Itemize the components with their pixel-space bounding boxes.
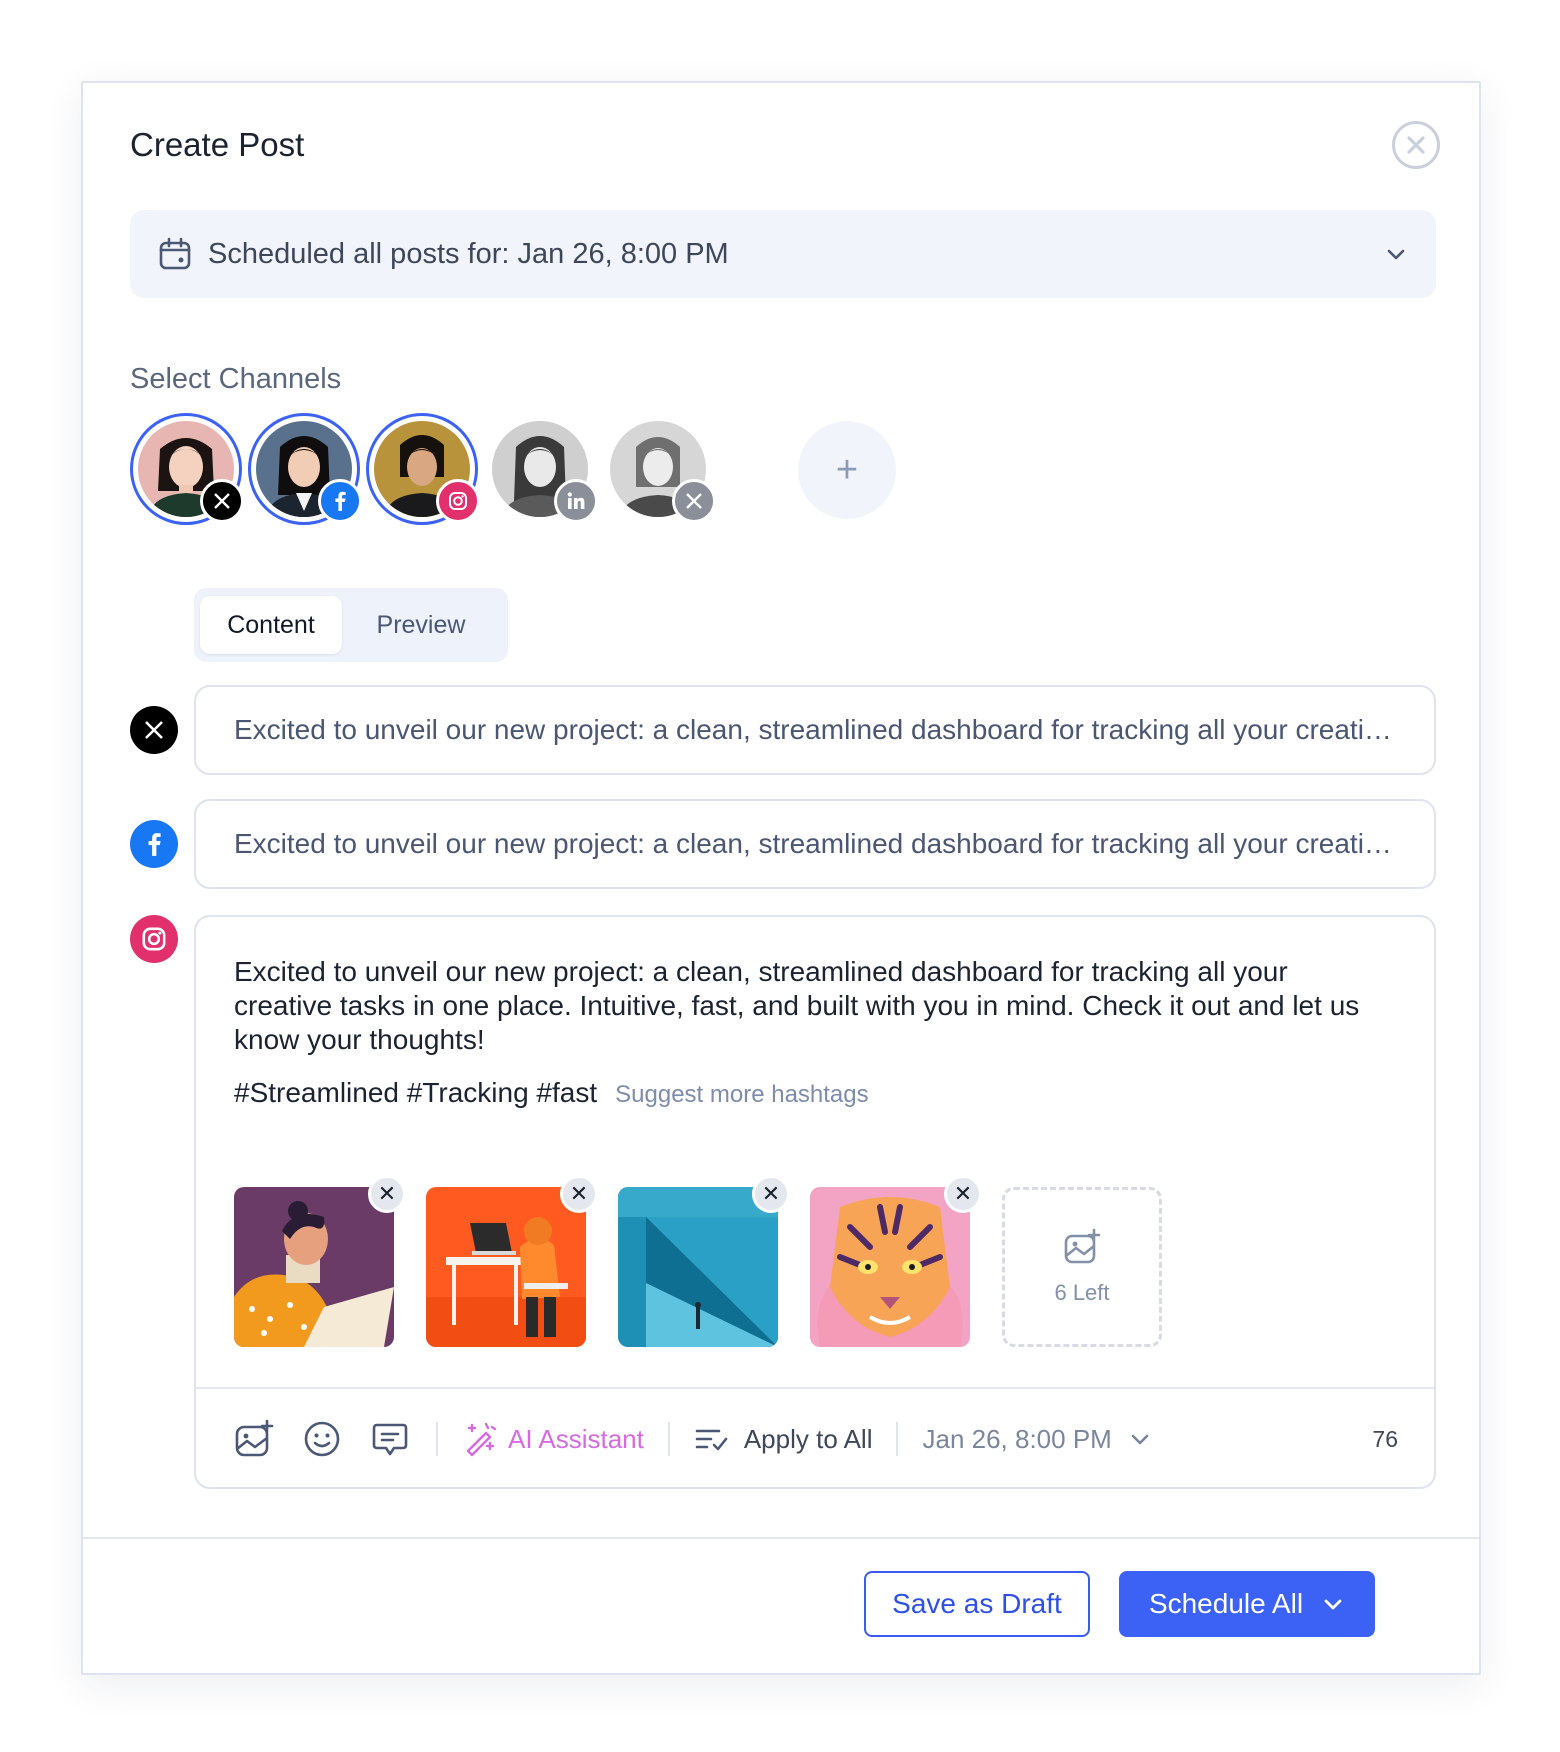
- smiley-icon: [304, 1421, 340, 1457]
- add-channel-button[interactable]: +: [798, 421, 896, 519]
- image-add-icon: [235, 1419, 274, 1457]
- remove-media-button[interactable]: ✕: [560, 1175, 598, 1213]
- chevron-down-icon: [1131, 1434, 1149, 1445]
- facebook-post-text: Excited to unveil our new project: a cle…: [234, 828, 1396, 859]
- modal-title: Create Post: [130, 126, 305, 163]
- hashtags-text[interactable]: #Streamlined #Tracking #fast: [234, 1077, 597, 1109]
- media-thumbnail[interactable]: [426, 1187, 586, 1347]
- ai-assistant-label: AI Assistant: [508, 1423, 644, 1454]
- facebook-badge-icon: [318, 479, 362, 523]
- media-thumbnail[interactable]: [234, 1187, 394, 1347]
- instagram-badge-icon: [436, 479, 480, 523]
- add-media-slot[interactable]: 6 Left: [1002, 1187, 1162, 1347]
- media-thumbnail[interactable]: [618, 1187, 778, 1347]
- message-icon: [372, 1423, 408, 1456]
- close-button[interactable]: [1392, 121, 1440, 169]
- channel-instagram[interactable]: [366, 413, 480, 525]
- calendar-icon: [159, 237, 191, 270]
- channel-x-2[interactable]: [602, 413, 716, 525]
- x-post-text: Excited to unveil our new project: a cle…: [234, 714, 1396, 745]
- facebook-post-editor[interactable]: Excited to unveil our new project: a cle…: [194, 799, 1436, 889]
- apply-to-all-button[interactable]: Apply to All: [694, 1421, 873, 1457]
- suggest-hashtags-link[interactable]: Suggest more hashtags: [615, 1081, 869, 1109]
- toolbar-divider: [896, 1422, 899, 1456]
- schedule-text: Scheduled all posts for: Jan 26, 8:00 PM: [208, 237, 729, 270]
- toolbar-divider: [667, 1422, 670, 1456]
- instagram-post-editor: Excited to unveil our new project: a cle…: [194, 915, 1436, 1489]
- post-date-label: Jan 26, 8:00 PM: [922, 1423, 1112, 1454]
- editor-toolbar: AI Assistant Apply to All Jan 26, 8:00 P…: [196, 1387, 1434, 1489]
- close-icon: [1407, 136, 1425, 154]
- chevron-down-icon: [1387, 249, 1405, 260]
- create-post-modal: Create Post Scheduled all posts for: Jan…: [81, 81, 1481, 1675]
- media-thumbnail[interactable]: [810, 1187, 970, 1347]
- x-icon: [130, 706, 178, 754]
- hashtags-row: #Streamlined #Tracking #fast Suggest mor…: [234, 1077, 869, 1109]
- magic-wand-icon: [466, 1422, 497, 1457]
- image-add-icon: [1064, 1228, 1101, 1264]
- tab-preview[interactable]: Preview: [342, 596, 500, 654]
- remove-media-button[interactable]: ✕: [368, 1175, 406, 1213]
- remove-media-button[interactable]: ✕: [752, 1175, 790, 1213]
- x-badge-icon: [200, 479, 244, 523]
- chevron-down-icon: [1324, 1599, 1342, 1610]
- channel-facebook[interactable]: [248, 413, 362, 525]
- comment-button[interactable]: [368, 1417, 412, 1461]
- select-channels-label: Select Channels: [130, 363, 342, 395]
- content-preview-tabs: Content Preview: [194, 588, 508, 662]
- channel-x-1[interactable]: [130, 413, 244, 525]
- facebook-icon: [130, 820, 178, 868]
- tab-content[interactable]: Content: [200, 596, 342, 654]
- channel-linkedin[interactable]: [484, 413, 598, 525]
- ai-assistant-button[interactable]: AI Assistant: [462, 1421, 644, 1457]
- save-as-draft-button[interactable]: Save as Draft: [864, 1571, 1090, 1637]
- list-check-icon: [695, 1429, 728, 1451]
- emoji-button[interactable]: [300, 1417, 344, 1461]
- x-badge-icon: [672, 479, 716, 523]
- toolbar-divider: [436, 1422, 438, 1456]
- instagram-post-text[interactable]: Excited to unveil our new project: a cle…: [234, 955, 1374, 1057]
- post-date-dropdown[interactable]: Jan 26, 8:00 PM: [922, 1424, 1151, 1455]
- add-image-button[interactable]: [232, 1417, 276, 1461]
- schedule-all-button[interactable]: Schedule All: [1119, 1571, 1375, 1637]
- character-count: 76: [1372, 1425, 1398, 1452]
- remove-media-button[interactable]: ✕: [944, 1175, 982, 1213]
- footer-divider: [83, 1537, 1479, 1539]
- apply-to-all-label: Apply to All: [743, 1423, 873, 1454]
- schedule-all-label: Schedule All: [1148, 1588, 1304, 1619]
- schedule-all-dropdown[interactable]: Scheduled all posts for: Jan 26, 8:00 PM: [130, 210, 1436, 298]
- linkedin-badge-icon: [554, 479, 598, 523]
- media-left-count: 6 Left: [1054, 1280, 1110, 1305]
- x-post-editor[interactable]: Excited to unveil our new project: a cle…: [194, 685, 1436, 775]
- instagram-icon: [130, 915, 178, 963]
